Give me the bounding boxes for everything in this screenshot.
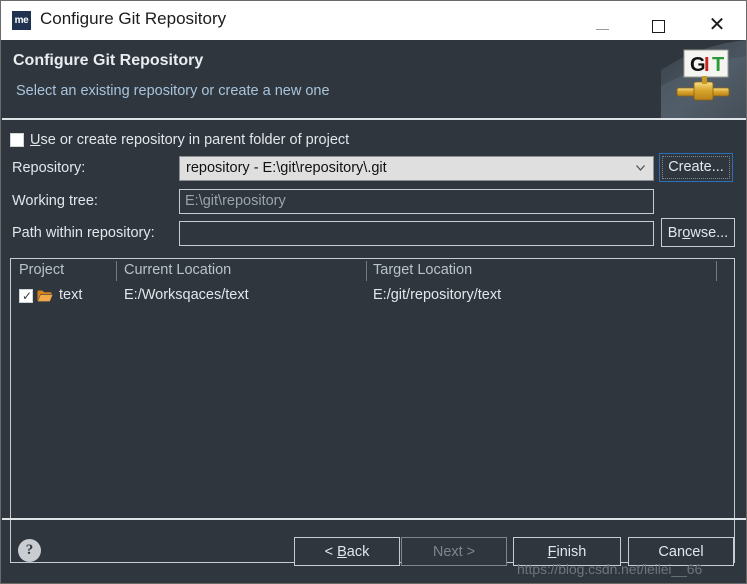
title-bar: me Configure Git Repository ✕: [1, 1, 746, 40]
minimize-icon: [595, 29, 609, 30]
checkbox-box[interactable]: [10, 133, 24, 147]
page-title: Configure Git Repository: [13, 52, 204, 69]
mnemonic-char: F: [547, 543, 557, 560]
window-title: Configure Git Repository: [40, 9, 227, 28]
use-parent-folder-checkbox[interactable]: Use or create repository in parent folde…: [10, 131, 349, 149]
back-button[interactable]: < Back: [294, 537, 400, 566]
repository-label: Repository:: [12, 160, 86, 176]
table-row[interactable]: ✓ text E:/Worksqaces/text E:/git/reposit…: [11, 285, 734, 309]
svg-text:T: T: [712, 54, 724, 76]
repository-combo-value: repository - E:\git\repository\.git: [186, 160, 387, 176]
footer-separator: [2, 518, 746, 520]
chevron-down-icon: [636, 165, 645, 171]
path-within-repository-input[interactable]: [179, 221, 654, 246]
working-tree-value: E:\git\repository: [185, 193, 286, 209]
git-logo-icon: G I T: [661, 40, 746, 118]
dialog-header: Configure Git Repository Select an exist…: [2, 40, 746, 118]
maximize-button[interactable]: [635, 1, 681, 39]
next-rest: Next >: [432, 543, 476, 560]
back-prefix: <: [324, 543, 338, 560]
browse-button[interactable]: Browse...: [661, 218, 735, 247]
working-tree-label: Working tree:: [12, 193, 98, 209]
maximize-icon: [651, 19, 665, 33]
checkmark-icon: ✓: [22, 289, 33, 303]
finish-rest: inish: [556, 543, 587, 560]
working-tree-input[interactable]: E:\git\repository: [179, 189, 654, 214]
close-icon: ✕: [708, 12, 726, 36]
browse-rest: wse...: [690, 224, 729, 241]
close-button[interactable]: ✕: [694, 1, 740, 39]
back-rest: ack: [346, 543, 370, 560]
minimize-button[interactable]: [579, 1, 625, 39]
column-divider[interactable]: [366, 261, 367, 281]
configure-git-repository-dialog: me Configure Git Repository ✕ Configure …: [0, 0, 747, 584]
folder-icon: [37, 290, 53, 302]
app-icon: me: [12, 11, 31, 30]
column-header-target-location[interactable]: Target Location: [373, 262, 472, 278]
row-checkbox[interactable]: ✓: [19, 289, 33, 303]
cell-target-location: E:/git/repository/text: [373, 287, 502, 303]
cancel-rest: Cancel: [658, 543, 704, 560]
browse-prefix: Br: [667, 224, 683, 241]
table-header-row: Project Current Location Target Location: [11, 259, 734, 283]
svg-text:I: I: [704, 54, 710, 76]
mnemonic-char: B: [337, 543, 347, 560]
create-button[interactable]: Create...: [659, 153, 733, 182]
page-subtitle: Select an existing repository or create …: [16, 83, 330, 99]
repository-combo[interactable]: repository - E:\git\repository\.git: [179, 156, 654, 181]
use-parent-folder-label: Use or create repository in parent folde…: [30, 132, 349, 148]
cell-current-location: E:/Worksqaces/text: [124, 287, 249, 303]
watermark-text: https://blog.csdn.net/leilei__66: [517, 561, 703, 577]
cell-project: text: [59, 287, 83, 303]
next-button: Next >: [401, 537, 507, 566]
column-divider[interactable]: [116, 261, 117, 281]
path-within-repository-label: Path within repository:: [12, 225, 155, 241]
column-header-project[interactable]: Project: [19, 262, 64, 278]
form-area: Use or create repository in parent folde…: [1, 120, 746, 563]
mnemonic-char: U: [30, 132, 41, 148]
label-rest: se or create repository in parent folder…: [40, 132, 350, 148]
help-icon[interactable]: ?: [18, 539, 41, 562]
create-button-label: Create...: [662, 156, 730, 179]
column-header-current-location[interactable]: Current Location: [124, 262, 231, 278]
column-divider[interactable]: [716, 261, 717, 281]
